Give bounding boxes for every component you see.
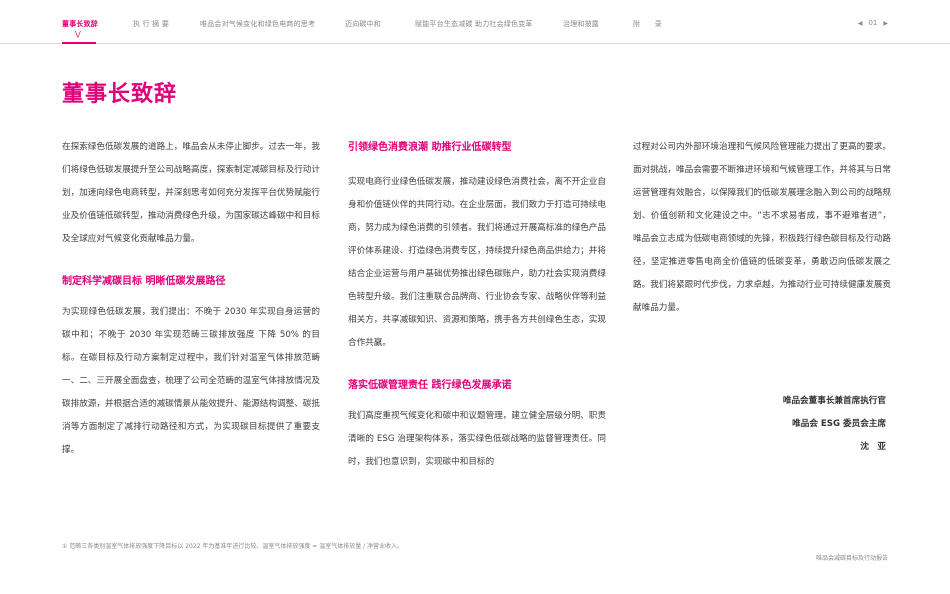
active-tab-indicator: [62, 42, 96, 44]
column-1: 在探索绿色低碳发展的道路上，唯品会从未停止脚步。过去一年，我们将绿色低碳发展提升…: [62, 136, 320, 462]
signature-title-1: 唯品会董事长兼首席执行官: [782, 396, 886, 406]
next-page-icon[interactable]: ▶: [883, 20, 888, 27]
section-heading-green-consumption: 引领绿色消费浪潮 助推行业低碳转型: [348, 142, 512, 153]
section-heading-management: 落实低碳管理责任 践行绿色发展承诺: [348, 380, 512, 391]
signature-title-2: 唯品会 ESG 委员会主席: [792, 419, 886, 429]
nav-item-chairman-letter[interactable]: 董事长致辞: [62, 19, 98, 29]
chevron-down-icon[interactable]: ⋁: [75, 31, 81, 38]
footnote: ① 范畴三各类别温室气体排放强度下降目标以 2022 年为基准年进行比较。温室气…: [62, 543, 404, 550]
report-name: 唯品会减碳目标及行动报告: [815, 555, 888, 562]
column-2: 引领绿色消费浪潮 助推行业低碳转型 实现电商行业绿色低碳发展，推动建设绿色消费社…: [348, 136, 606, 474]
intro-paragraph: 在探索绿色低碳发展的道路上，唯品会从未停止脚步。过去一年，我们将绿色低碳发展提升…: [62, 142, 320, 244]
targets-paragraph: 为实现绿色低碳发展，我们提出：不晚于 2030 年实现自身运营的碳中和；不晚于 …: [62, 307, 320, 455]
column-3: 过程对公司内外部环境治理和气候风险管理能力提出了更高的要求。面对挑战，唯品会需要…: [633, 136, 891, 320]
signature-block: 唯品会董事长兼首席执行官 唯品会 ESG 委员会主席 沈 亚: [783, 390, 886, 459]
green-consumption-paragraph: 实现电商行业绿色低碳发展，推动建设绿色消费社会，离不开企业自身和价值链伙伴的共同…: [348, 177, 606, 348]
nav-item-climate-thinking[interactable]: 唯品会对气候变化和绿色电商的思考: [200, 19, 315, 29]
nav-item-governance[interactable]: 治理和披露: [563, 19, 599, 29]
nav-item-carbon-neutrality[interactable]: 迈向碳中和: [345, 19, 381, 29]
pager: ◀ 01 ▶: [858, 19, 888, 27]
page-title: 董事长致辞: [62, 82, 178, 107]
continuation-paragraph: 过程对公司内外部环境治理和气候风险管理能力提出了更高的要求。面对挑战，唯品会需要…: [633, 142, 891, 313]
nav-item-ecosystem[interactable]: 赋能平台生态减碳 助力社会绿色变革: [415, 19, 533, 29]
nav-item-executive-summary[interactable]: 执 行 摘 要: [133, 19, 169, 29]
section-heading-targets: 制定科学减碳目标 明晰低碳发展路径: [62, 276, 226, 287]
top-navigation: 董事长致辞 执 行 摘 要 唯品会对气候变化和绿色电商的思考 迈向碳中和 赋能平…: [0, 0, 950, 44]
prev-page-icon[interactable]: ◀: [858, 20, 863, 27]
nav-item-appendix[interactable]: 附 录: [633, 19, 662, 29]
signature-name: 沈 亚: [860, 442, 886, 452]
management-paragraph: 我们高度重视气候变化和碳中和议题管理，建立健全层级分明、职责清晰的 ESG 治理…: [348, 411, 606, 467]
page-number: 01: [868, 19, 878, 27]
